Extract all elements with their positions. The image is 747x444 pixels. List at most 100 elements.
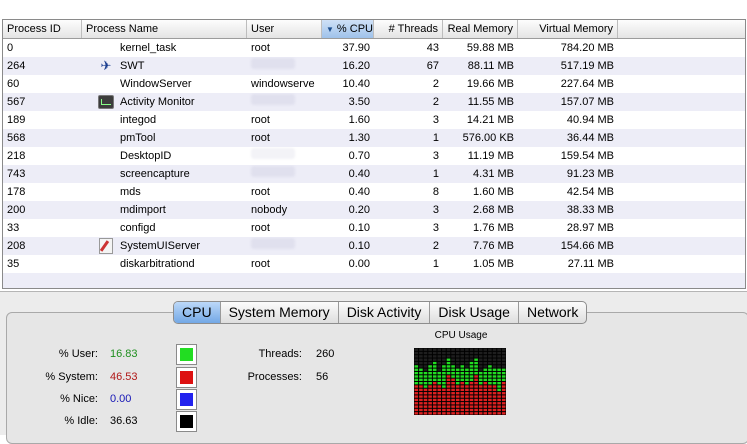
- cpu-usage-cell: [428, 398, 432, 402]
- table-row[interactable]: 208 SystemUIServer 0.10 2 7.76 MB 154.66 MB: [3, 237, 745, 255]
- cpu-usage-cell: [432, 392, 437, 395]
- cpu-usage-cell: [451, 412, 455, 415]
- column-header-cpu[interactable]: ▼% CPU: [322, 20, 374, 38]
- cpu-usage-cell: [437, 355, 442, 358]
- tab-system-memory[interactable]: System Memory: [221, 302, 339, 323]
- column-header-virtual-memory[interactable]: Virtual Memory: [518, 20, 618, 38]
- cpu-usage-cell: [432, 348, 437, 351]
- cpu-usage-cell: [492, 348, 497, 351]
- cpu-usage-cell: [419, 358, 423, 361]
- cpu-usage-cell: [465, 375, 469, 378]
- process-name-label: DesktopID: [120, 150, 172, 162]
- cpu-usage-cell: [501, 371, 506, 375]
- real-memory-cell: 1.05 MB: [473, 258, 514, 270]
- real-memory-cell: 7.76 MB: [473, 240, 514, 252]
- cpu-usage-cell: [437, 408, 442, 412]
- cpu-usage-cell: [414, 365, 419, 368]
- cpu-usage-cell: [414, 388, 419, 392]
- cpu-usage-cell: [432, 405, 437, 408]
- column-header-real-memory[interactable]: Real Memory: [443, 20, 518, 38]
- cpu-usage-cell: [455, 348, 460, 351]
- idle-color-swatch[interactable]: [176, 411, 197, 432]
- pid-cell: 218: [7, 150, 26, 162]
- table-body: 0 kernel_task root 37.90 43 59.88 MB 784.20 MB…: [3, 39, 745, 288]
- cpu-usage-cell: [455, 355, 460, 358]
- nice-color-swatch[interactable]: [176, 389, 197, 410]
- cpu-usage-cell: [474, 348, 478, 351]
- cpu-usage-cell: [437, 368, 442, 371]
- tab-network[interactable]: Network: [519, 302, 586, 323]
- table-row[interactable]: 0 kernel_task root 37.90 43 59.88 MB 784.20 MB: [3, 39, 745, 57]
- cpu-usage-cell: [419, 365, 423, 368]
- cpu-usage-cell: [501, 385, 506, 388]
- column-header-process-id[interactable]: Process ID: [3, 20, 82, 38]
- tab-cpu[interactable]: CPU: [174, 302, 221, 323]
- cpu-usage-cell: [469, 398, 474, 402]
- table-row-partial[interactable]: [3, 273, 745, 288]
- process-table: Process ID Process Name User ▼% CPU # Thread…: [2, 19, 746, 289]
- cpu-usage-cell: [451, 371, 455, 375]
- table-row[interactable]: 60 WindowServer windowserve 10.40 2 19.66 MB 2…: [3, 75, 745, 93]
- cpu-usage-cell: [492, 351, 497, 355]
- table-row[interactable]: 189 integod root 1.60 3 14.21 MB 40.94 MB: [3, 111, 745, 129]
- table-row[interactable]: 200 mdimport nobody 0.20 3 2.68 MB 38.33 MB: [3, 201, 745, 219]
- bottom-panel: CPU System Memory Disk Activity Disk Usage N…: [0, 291, 747, 444]
- cpu-usage-cell: [423, 385, 428, 388]
- cpu-usage-cell: [446, 375, 451, 378]
- pid-cell: 0: [7, 42, 14, 54]
- cpu-usage-cell: [423, 375, 428, 378]
- cpu-usage-cell: [428, 361, 432, 365]
- pid-cell: 60: [7, 78, 20, 90]
- virtual-memory-cell: 28.97 MB: [566, 222, 614, 234]
- table-row[interactable]: 567 Activity Monitor 3.50 2 11.55 MB 157.07 M…: [3, 93, 745, 111]
- cpu-usage-cell: [423, 378, 428, 381]
- table-row[interactable]: 178 mds root 0.40 8 1.60 MB 42.54 MB: [3, 183, 745, 201]
- pid-cell: 567: [7, 96, 26, 108]
- cpu-usage-cell: [474, 408, 478, 412]
- cpu-usage-cell: [437, 388, 442, 392]
- cpu-usage-cell: [442, 355, 446, 358]
- cpu-usage-cell: [465, 412, 469, 415]
- table-row[interactable]: 33 configd root 0.10 3 1.76 MB 28.97 MB: [3, 219, 745, 237]
- tab-disk-activity[interactable]: Disk Activity: [339, 302, 431, 323]
- cpu-usage-cell: [455, 405, 460, 408]
- system-color-swatch[interactable]: [176, 367, 197, 388]
- table-row[interactable]: 218 DesktopID 0.70 3 11.19 MB 159.54 MB: [3, 147, 745, 165]
- user-cell: root: [251, 114, 270, 126]
- tab-disk-usage[interactable]: Disk Usage: [430, 302, 519, 323]
- real-memory-cell: 14.21 MB: [466, 114, 514, 126]
- cpu-usage-cell: [492, 392, 497, 395]
- cpu-usage-cell: [469, 395, 474, 398]
- cpu-usage-cell: [451, 385, 455, 388]
- table-row[interactable]: 35 diskarbitrationd root 0.00 1 1.05 MB 27.11 …: [3, 255, 745, 273]
- user-color-swatch[interactable]: [176, 344, 197, 365]
- real-memory-cell: 11.55 MB: [467, 96, 514, 108]
- cpu-usage-cell: [501, 378, 506, 381]
- table-row[interactable]: 264 ✈ SWT 16.20 67 88.11 MB 517.19 MB: [3, 57, 745, 75]
- cpu-usage-cell: [478, 348, 483, 351]
- cpu-usage-cell: [483, 402, 488, 405]
- cpu-usage-cell: [488, 398, 492, 402]
- cpu-usage-cell: [469, 371, 474, 375]
- column-header-threads[interactable]: # Threads: [374, 20, 443, 38]
- cpu-usage-cell: [442, 388, 446, 392]
- cpu-usage-cell: [478, 392, 483, 395]
- table-row[interactable]: 743 screencapture 0.40 1 4.31 MB 91.23 MB: [3, 165, 745, 183]
- cpu-usage-cell: [478, 371, 483, 375]
- cpu-usage-cell: [460, 382, 465, 385]
- cpu-usage-cell: [437, 375, 442, 378]
- cpu-usage-cell: [428, 365, 432, 368]
- cpu-usage-cell: [501, 368, 506, 371]
- column-header-process-name[interactable]: Process Name: [82, 20, 247, 38]
- cpu-usage-cell: [442, 348, 446, 351]
- virtual-memory-cell: 42.54 MB: [566, 186, 614, 198]
- cpu-usage-cell: [432, 412, 437, 415]
- cpu-usage-cell: [492, 412, 497, 415]
- cpu-usage-cell: [497, 371, 501, 375]
- cpu-usage-cell: [432, 355, 437, 358]
- cpu-usage-cell: [483, 408, 488, 412]
- table-row[interactable]: 568 pmTool root 1.30 1 576.00 KB 36.44 MB: [3, 129, 745, 147]
- cpu-usage-cell: [423, 398, 428, 402]
- cpu-usage-cell: [432, 365, 437, 368]
- column-header-user[interactable]: User: [247, 20, 322, 38]
